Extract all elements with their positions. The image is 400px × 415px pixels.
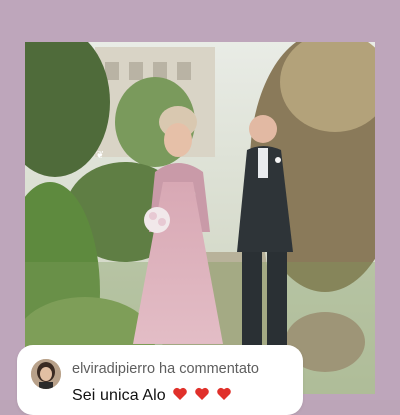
comment-header: elviradipierro ha commentato [72,361,259,377]
watermark-icon: ❦ [95,150,105,161]
watermark-logo: ❦ [87,150,113,174]
comment-username[interactable]: elviradipierro [72,361,155,377]
comment-message: Sei unica Alo [72,387,166,404]
comment-sticker[interactable]: elviradipierro ha commentato Sei unica A… [17,345,303,415]
avatar[interactable] [31,359,61,389]
comment-action: ha commentato [159,361,259,377]
profile-picture [31,359,61,389]
wedding-photo-image [25,42,375,394]
story-photo[interactable]: ❦ [25,42,375,394]
heart-emojis [172,386,238,405]
comment-text: Sei unica Alo [72,386,238,405]
